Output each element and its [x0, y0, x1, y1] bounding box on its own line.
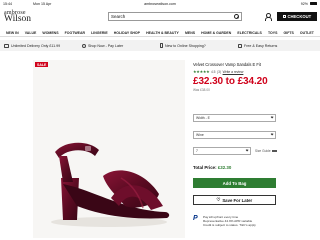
search-input[interactable]: Search	[108, 12, 242, 21]
promo-pay-later[interactable]: Shop Now - Pay Later	[82, 43, 160, 48]
promo-delivery-text: Unlimited Delivery Only £11.99	[11, 43, 61, 48]
site-header: ambrose Wilson Search CHECKOUT	[0, 8, 320, 25]
nav-item-health-beauty[interactable]: HEALTH & BEAUTY	[146, 31, 179, 35]
total-label: Total Price:	[193, 165, 217, 170]
nav-item-outlet[interactable]: OUTLET	[300, 31, 314, 35]
heart-icon	[216, 196, 221, 202]
was-price: Was £38.00	[193, 88, 210, 92]
nav-item-holiday-shop[interactable]: HOLIDAY SHOP	[114, 31, 140, 35]
nav-item-womens[interactable]: WOMENS	[42, 31, 58, 35]
promo-returns-text: Free & Easy Returns	[244, 43, 278, 48]
nav-item-lingerie[interactable]: LINGERIE	[91, 31, 108, 35]
colour-select[interactable]: Wine	[193, 131, 276, 139]
checkout-label: CHECKOUT	[287, 14, 312, 19]
sandal-illustration	[51, 142, 170, 227]
chevron-down-icon	[270, 115, 274, 120]
nav-item-new-in[interactable]: NEW IN	[6, 31, 19, 35]
search-icon[interactable]	[234, 14, 239, 19]
clock-icon	[82, 43, 86, 48]
save-for-later-button[interactable]: Save For Later	[193, 195, 276, 205]
promo-delivery[interactable]: Unlimited Delivery Only £11.99	[4, 43, 82, 48]
promo-new-online-text: New to Online Shopping?	[165, 43, 206, 48]
nav-item-footwear[interactable]: FOOTWEAR	[65, 31, 85, 35]
box-icon	[238, 43, 242, 48]
ruler-icon	[272, 149, 278, 153]
truck-icon	[4, 43, 9, 48]
product-rating: ★★★★★ 4.5 (3) Write a review	[193, 69, 318, 74]
colour-select-value: Wine	[196, 133, 204, 137]
paypal-line-3: Credit is subject to status. T&C's apply	[203, 223, 256, 228]
sale-badge: SALE	[35, 62, 49, 68]
url-bar[interactable]: ambrosewilson.com	[0, 2, 320, 6]
star-rating-icon: ★★★★★	[193, 69, 210, 74]
main-nav: NEW IN VALUE WOMENS FOOTWEAR LINGERIE HO…	[0, 29, 320, 37]
nav-item-gifts[interactable]: GIFTS	[284, 31, 294, 35]
nav-item-mens[interactable]: MENS	[185, 31, 195, 35]
product-title: Velvet Crossover Vamp Sandals E Fit	[193, 62, 261, 67]
product-image[interactable]	[33, 60, 185, 238]
promo-returns[interactable]: Free & Easy Returns	[238, 43, 316, 48]
chevron-down-icon	[270, 132, 274, 137]
chevron-down-icon	[245, 148, 249, 153]
product-price: £32.30 to £34.20	[193, 76, 268, 87]
site-logo[interactable]: ambrose Wilson	[4, 10, 31, 25]
checkout-button[interactable]: CHECKOUT	[277, 12, 317, 21]
total-value: £32.30	[217, 165, 232, 170]
nav-item-electricals[interactable]: ELECTRICALS	[237, 31, 262, 35]
nav-item-value[interactable]: VALUE	[25, 31, 37, 35]
save-for-later-label: Save For Later	[222, 197, 253, 203]
bag-icon	[282, 14, 286, 19]
paypal-text: Pay £0 upfront every time Representative…	[203, 215, 256, 233]
promo-pay-later-text: Shop Now - Pay Later	[88, 43, 124, 48]
promo-new-online[interactable]: New to Online Shopping?	[160, 43, 238, 48]
account-icon[interactable]	[264, 13, 273, 21]
size-select-value: 7	[196, 149, 198, 153]
phone-icon	[160, 43, 163, 48]
width-select-value: Width - E	[196, 116, 210, 120]
battery-icon	[310, 2, 317, 5]
add-to-bag-button[interactable]: Add To Bag	[193, 178, 276, 188]
nav-item-toys[interactable]: TOYS	[268, 31, 277, 35]
promo-bar: Unlimited Delivery Only £11.99 Shop Now …	[0, 40, 320, 51]
rating-score: 4.5	[210, 69, 216, 74]
status-bar: 15:44 Mon 15 Apr ambrosewilson.com 92%	[0, 0, 320, 7]
paypal-icon: P	[193, 215, 198, 222]
rating-count[interactable]: (3)	[217, 70, 221, 74]
paypal-credit-info[interactable]: P Pay £0 upfront every time Representati…	[193, 215, 276, 233]
search-placeholder: Search	[111, 14, 126, 19]
size-guide-link[interactable]: Size Guide	[255, 149, 278, 153]
size-select[interactable]: 7	[193, 147, 251, 155]
size-guide-label: Size Guide	[255, 149, 271, 153]
logo-bottom: Wilson	[4, 14, 32, 24]
width-select[interactable]: Width - E	[193, 114, 276, 122]
total-price: Total Price: £32.30	[193, 165, 231, 170]
nav-item-home-garden[interactable]: HOME & GARDEN	[201, 31, 231, 35]
write-review-link[interactable]: Write a review	[223, 70, 244, 74]
product-details: Velvet Crossover Vamp Sandals E Fit ★★★★…	[193, 62, 318, 92]
